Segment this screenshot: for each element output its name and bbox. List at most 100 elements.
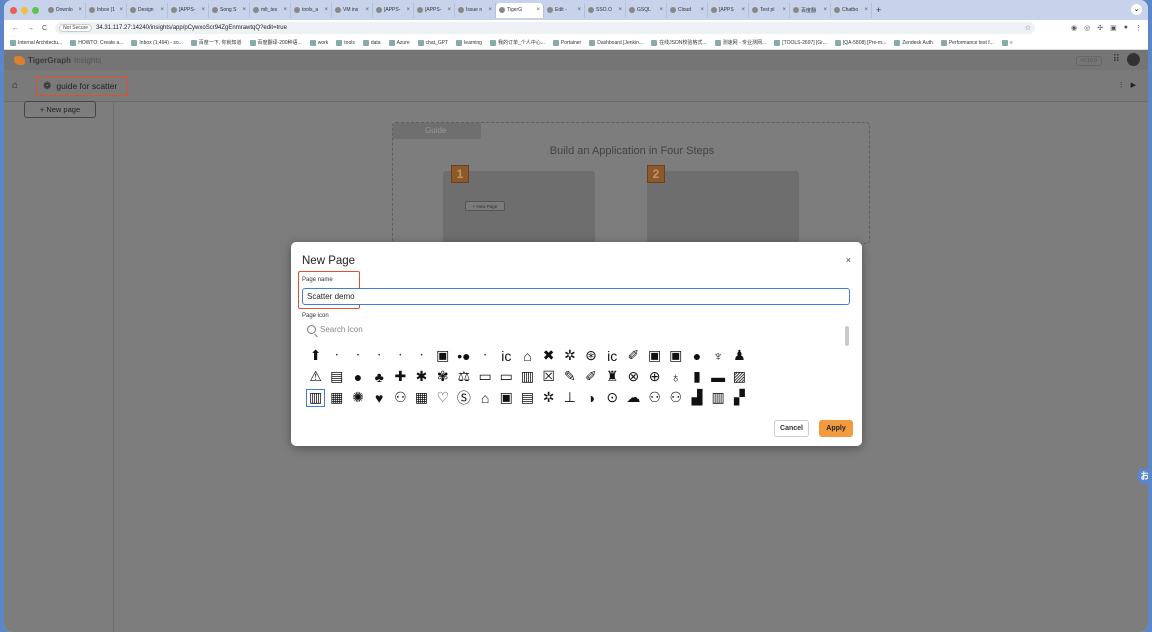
bookmark-item[interactable]: chat_GPT (417, 39, 448, 46)
bookmark-item[interactable]: Inbox (1,494) - so... (131, 39, 183, 46)
page-icon-option[interactable]: • (475, 346, 496, 366)
tab-close-icon[interactable]: × (119, 7, 123, 13)
tab-close-icon[interactable]: × (406, 7, 410, 13)
tab-close-icon[interactable]: × (782, 7, 786, 13)
user-avatar-icon[interactable] (1127, 53, 1140, 66)
browser-tab[interactable]: Design × (127, 2, 168, 18)
url-text[interactable]: 34.31.117.27:14240/insights/app/pCywxoSc… (96, 25, 287, 31)
page-icon-option[interactable]: ▥ (517, 367, 538, 387)
page-icon-option[interactable]: ✱ (411, 367, 432, 387)
page-icon-option[interactable]: ▭ (475, 367, 496, 387)
tab-close-icon[interactable]: × (283, 7, 287, 13)
page-icon-option[interactable]: ⊥ (559, 388, 580, 408)
page-icon-option[interactable]: ✐ (580, 367, 601, 387)
tab-close-icon[interactable]: × (536, 7, 540, 13)
page-icon-option[interactable]: ▦ (411, 388, 432, 408)
browser-tab[interactable]: Chatbo × (831, 2, 872, 18)
page-icon-option[interactable]: ✾ (432, 367, 453, 387)
browser-tab[interactable]: mlt_tes × (250, 2, 291, 18)
tab-close-icon[interactable]: × (823, 7, 827, 13)
bookmark-item[interactable]: 我的订单_个人中心... (489, 39, 545, 46)
page-icon-option[interactable]: ▤ (326, 367, 347, 387)
extension-icon[interactable]: ◉ (1071, 24, 1077, 32)
browser-tab[interactable]: [APPS- × (414, 2, 455, 18)
page-icon-option[interactable]: •● (453, 346, 474, 366)
bookmark-item[interactable]: [TOOLS-2697] [Gr... (774, 39, 827, 46)
icon-grid-scrollbar[interactable] (845, 326, 849, 346)
browser-tab[interactable]: Song S × (209, 2, 250, 18)
address-bar[interactable]: Not Secure 34.31.117.27:14240/insights/a… (55, 22, 1036, 34)
browser-tab[interactable]: [APPS- × (373, 2, 414, 18)
page-icon-option[interactable]: • (347, 346, 368, 366)
bookmark-item[interactable]: tools (336, 39, 355, 46)
tab-close-icon[interactable]: × (78, 7, 82, 13)
page-icon-option[interactable]: ● (686, 346, 707, 366)
page-icon-option[interactable]: ✖ (538, 346, 559, 366)
bookmark-item[interactable]: work (309, 39, 328, 46)
browser-tab[interactable]: [APPS × (708, 2, 749, 18)
page-icon-option[interactable]: ♣ (369, 367, 390, 387)
page-icon-option[interactable]: ▞ (729, 388, 750, 408)
page-icon-option[interactable]: • (326, 346, 347, 366)
browser-tab[interactable]: 百度翻 × (790, 2, 831, 18)
browser-tab[interactable]: Cloud × (667, 2, 708, 18)
page-icon-option[interactable]: ⚠ (305, 367, 326, 387)
browser-tab[interactable]: TigerG × (496, 2, 544, 18)
page-icon-option[interactable]: ✺ (347, 388, 368, 408)
bookmark-item[interactable]: Performance test f... (940, 39, 994, 46)
page-icon-option[interactable]: ▬ (708, 367, 729, 387)
forward-icon[interactable]: → (27, 25, 34, 32)
close-icon[interactable]: × (846, 255, 851, 265)
bookmark-item[interactable]: data (362, 39, 381, 46)
bookmark-item[interactable]: Portainer (552, 39, 581, 46)
browser-tab[interactable]: Edit - × (544, 2, 585, 18)
bookmark-item[interactable]: » (1001, 39, 1013, 46)
bookmark-item[interactable]: Zendesk Auth (894, 39, 933, 46)
page-icon-option[interactable]: ▥ (305, 388, 326, 408)
apply-button[interactable]: Apply (819, 420, 853, 437)
page-icon-option[interactable]: • (369, 346, 390, 366)
tab-close-icon[interactable]: × (741, 7, 745, 13)
browser-tab[interactable]: Downlo × (45, 2, 86, 18)
floating-assistant-button[interactable]: お (1137, 468, 1148, 484)
puzzle-icon[interactable]: ✣ (1097, 24, 1103, 32)
page-icon-option[interactable]: ♟ (729, 346, 750, 366)
page-icon-option[interactable]: ⊗ (623, 367, 644, 387)
cancel-button[interactable]: Cancel (774, 420, 809, 437)
page-icon-option[interactable]: ▣ (432, 346, 453, 366)
page-icon-option[interactable]: ▦ (326, 388, 347, 408)
tab-close-icon[interactable]: × (201, 7, 205, 13)
page-icon-option[interactable]: ✲ (538, 388, 559, 408)
extension-icon[interactable]: ◎ (1084, 24, 1090, 32)
page-icon-option[interactable]: ▣ (644, 346, 665, 366)
page-icon-option[interactable]: ▟ (686, 388, 707, 408)
page-icon-option[interactable]: ⚖ (453, 367, 474, 387)
browser-tab[interactable]: VM ins × (332, 2, 373, 18)
page-icon-option[interactable]: Ⓢ (453, 388, 474, 408)
page-icon-option[interactable]: ✐ (623, 346, 644, 366)
menu-kebab-icon[interactable]: ⋮ (1135, 24, 1142, 32)
more-vert-icon[interactable]: ⋮ (1118, 81, 1125, 89)
tab-close-icon[interactable]: × (160, 7, 164, 13)
browser-tab[interactable]: Inbox (1 × (86, 2, 127, 18)
page-icon-option[interactable]: ▮ (686, 367, 707, 387)
back-icon[interactable]: ← (12, 25, 19, 32)
tab-close-icon[interactable]: × (618, 7, 622, 13)
new-page-button[interactable]: + New page (24, 101, 96, 118)
play-icon[interactable]: ▶ (1131, 81, 1136, 89)
bookmark-item[interactable]: Azure (388, 39, 410, 46)
page-icon-option[interactable]: ◑ (580, 388, 601, 408)
tab-search-icon[interactable]: ⌄ (1131, 4, 1142, 15)
browser-tab[interactable]: Issue n × (455, 2, 496, 18)
close-window-button[interactable] (10, 6, 17, 14)
bookmark-item[interactable]: 在线JSON校验格式... (651, 39, 707, 46)
browser-tab[interactable]: Test pl × (749, 2, 790, 18)
tab-close-icon[interactable]: × (659, 7, 663, 13)
apps-grid-icon[interactable]: ⠿ (1113, 54, 1120, 65)
new-tab-button[interactable]: + (876, 5, 881, 15)
home-icon[interactable]: ⌂ (12, 80, 18, 91)
page-icon-option[interactable]: ⊕ (644, 367, 665, 387)
bookmark-item[interactable]: 百度一下, 你就知道 (190, 39, 242, 46)
page-icon-option[interactable]: ⌂ (475, 388, 496, 408)
page-icon-option[interactable]: ● (347, 367, 368, 387)
